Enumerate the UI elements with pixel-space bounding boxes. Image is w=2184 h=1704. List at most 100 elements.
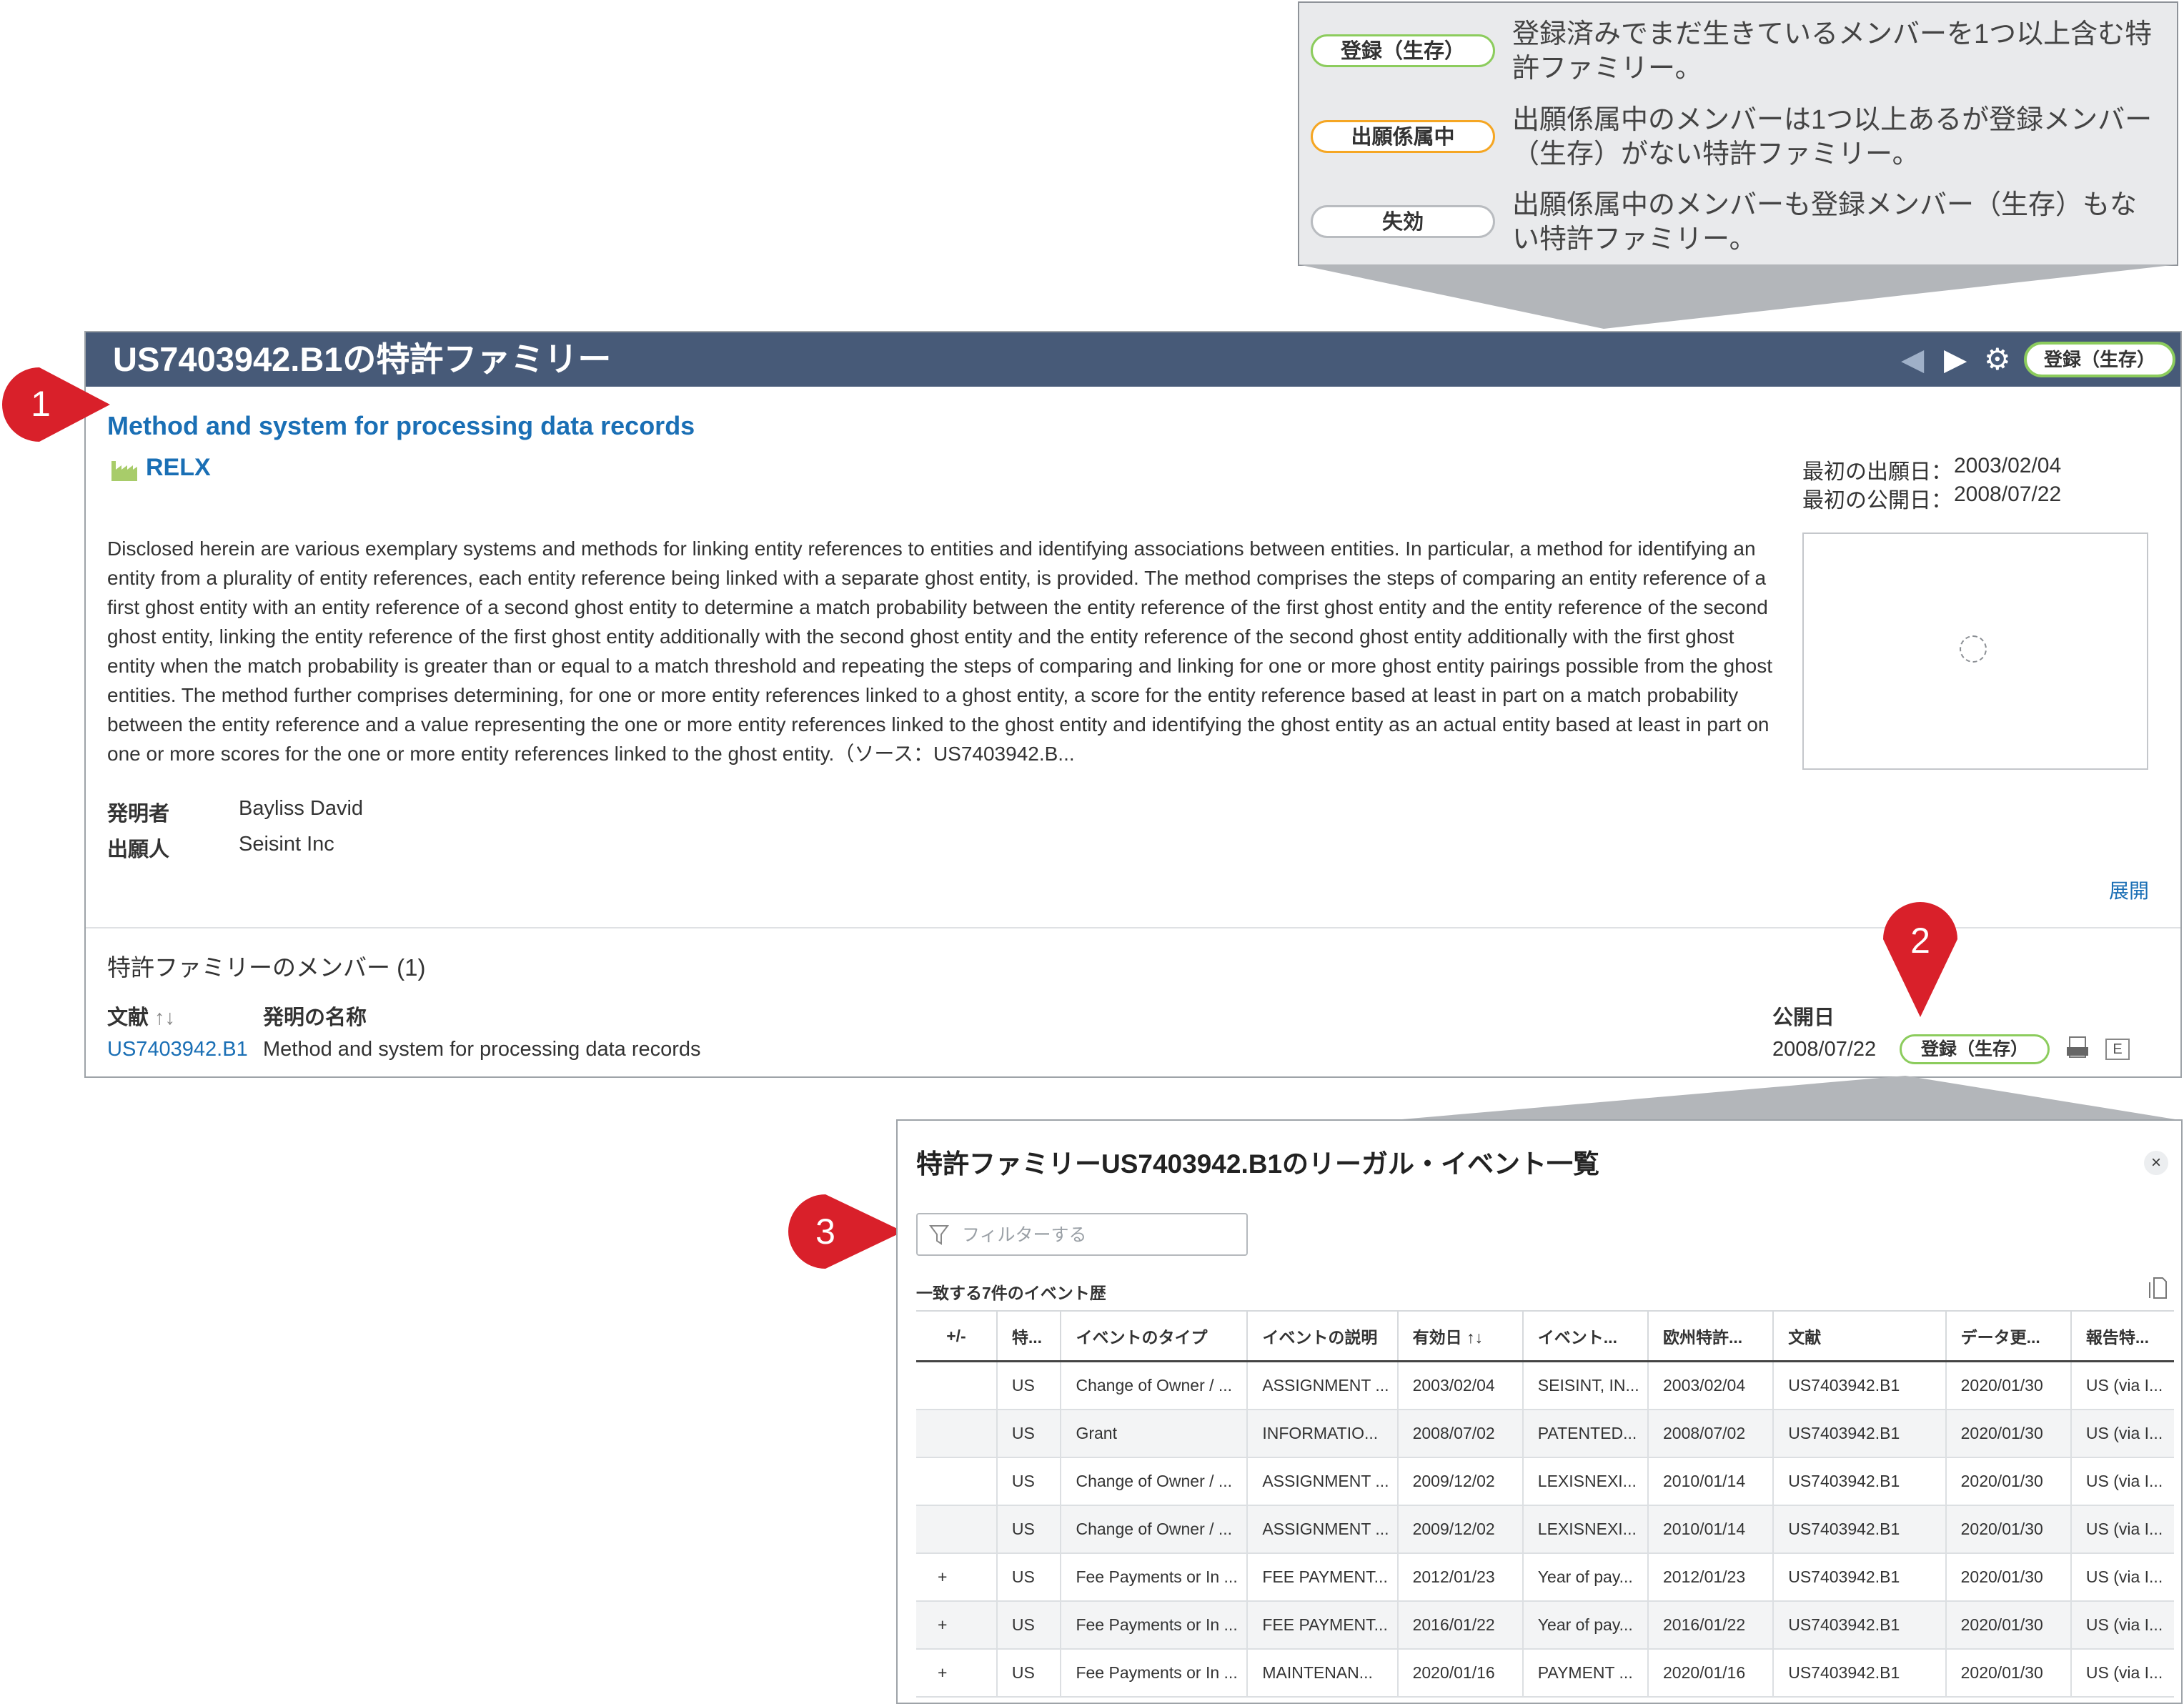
e-document-icon[interactable]: E	[2105, 1039, 2130, 1060]
legend-desc-pending: 出願係属中のメンバーは1つ以上あるが登録メンバー（生存）がない特許ファミリー。	[1512, 105, 2153, 169]
document-title-link[interactable]: Method and system for processing data re…	[107, 411, 695, 441]
legend-desc-lapsed: 出願係属中のメンバーも登録メンバー（生存）もない特許ファミリー。	[1512, 190, 2138, 254]
filter-box[interactable]	[916, 1213, 1248, 1256]
column-header-event-description[interactable]: イベントの説明	[1246, 1310, 1398, 1362]
next-arrow-icon[interactable]: ▶	[1944, 332, 1967, 387]
column-header-document[interactable]: 文献 ↑↓	[107, 1001, 175, 1031]
factory-icon	[111, 461, 137, 481]
column-header-data-updated[interactable]: データ更...	[1945, 1310, 2071, 1362]
marker-1: 1	[2, 367, 110, 442]
column-header-event-type[interactable]: イベントのタイプ	[1060, 1310, 1248, 1362]
filter-input[interactable]	[961, 1219, 1242, 1252]
table-row[interactable]: US Change of Owner / ... ASSIGNMENT ... 200…	[916, 1361, 2174, 1410]
inventor-value: Bayliss David	[239, 797, 364, 820]
table-row[interactable]: US Change of Owner / ... ASSIGNMENT ... 200…	[916, 1505, 2174, 1554]
gear-icon[interactable]: ⚙	[1984, 332, 2011, 387]
assignee-link[interactable]: RELX	[146, 454, 211, 482]
table-cell: US	[996, 1457, 1061, 1506]
table-cell: ASSIGNMENT ...	[1246, 1361, 1398, 1410]
column-header-pubdate[interactable]: 公開日	[1772, 1001, 1835, 1031]
column-header-title[interactable]: 発明の名称	[263, 1001, 367, 1031]
expand-link[interactable]: 展開	[2109, 876, 2149, 904]
first-filing-date-value: 2003/02/04	[1954, 454, 2062, 477]
table-row[interactable]: US Grant INFORMATIO... 2008/07/02 PATENTED..…	[916, 1410, 2174, 1458]
table-cell: PATENTED...	[1522, 1410, 1649, 1458]
expand-toggle-cell[interactable]: +	[916, 1649, 997, 1698]
table-cell: US	[996, 1649, 1061, 1698]
legend-badge-granted: 登録（生存）	[1311, 34, 1495, 67]
expand-toggle-cell	[916, 1505, 997, 1554]
table-cell: US	[996, 1505, 1061, 1554]
column-header-event-detail[interactable]: イベント...	[1522, 1310, 1649, 1362]
table-cell: Fee Payments or In ...	[1060, 1601, 1248, 1650]
expand-toggle-cell[interactable]: +	[916, 1553, 997, 1602]
member-status-badge[interactable]: 登録（生存）	[1900, 1034, 2050, 1064]
table-cell: US7403942.B1	[1772, 1649, 1946, 1698]
table-cell: 2012/01/23	[1396, 1553, 1523, 1602]
legend-pointer	[1298, 264, 2178, 329]
table-cell: US (via I...	[2070, 1601, 2174, 1650]
table-cell: US7403942.B1	[1772, 1457, 1946, 1506]
expand-toggle-cell[interactable]: +	[916, 1601, 997, 1650]
table-body: US Change of Owner / ... ASSIGNMENT ... 200…	[916, 1361, 2174, 1698]
family-status-badge[interactable]: 登録（生存）	[2024, 342, 2175, 377]
table-row[interactable]: + US Fee Payments or In ... FEE PAYMENT... 2…	[916, 1553, 2174, 1602]
table-cell: 2016/01/22	[1647, 1601, 1774, 1650]
table-cell: ASSIGNMENT ...	[1246, 1457, 1398, 1506]
column-header-reporting[interactable]: 報告特...	[2070, 1310, 2174, 1362]
copy-icon[interactable]	[2148, 1277, 2168, 1299]
close-icon[interactable]: ×	[2144, 1151, 2168, 1175]
table-cell: MAINTENAN...	[1246, 1649, 1398, 1698]
panel-header: US7403942.B1の特許ファミリー ◀ ▶ ⚙ 登録（生存）	[86, 332, 2180, 387]
marker-1-number: 1	[31, 384, 51, 424]
first-publication-date-value: 2008/07/22	[1954, 482, 2062, 506]
table-cell: Year of pay...	[1522, 1553, 1649, 1602]
table-cell: SEISINT, IN...	[1522, 1361, 1649, 1410]
table-cell: PAYMENT ...	[1522, 1649, 1649, 1698]
marker-3-number: 3	[815, 1212, 835, 1252]
table-cell: Year of pay...	[1522, 1601, 1649, 1650]
table-cell: 2003/02/04	[1396, 1361, 1523, 1410]
table-cell: 2009/12/02	[1396, 1457, 1523, 1506]
first-publication-date-label: 最初の公開日：	[1802, 489, 1952, 512]
table-cell: 2016/01/22	[1396, 1601, 1523, 1650]
pdf-icon[interactable]	[2065, 1036, 2090, 1061]
table-row[interactable]: + US Fee Payments or In ... FEE PAYMENT... 2…	[916, 1601, 2174, 1650]
table-cell: 2020/01/30	[1945, 1361, 2071, 1410]
table-cell: 2012/01/23	[1647, 1553, 1774, 1602]
column-header-document[interactable]: 文献	[1772, 1310, 1946, 1362]
abstract-text: Disclosed herein are various exemplary s…	[107, 538, 1773, 765]
table-cell: US7403942.B1	[1772, 1553, 1946, 1602]
table-cell: 2020/01/16	[1647, 1649, 1774, 1698]
legend-badge-pending: 出願係属中	[1311, 120, 1495, 153]
marker-2-number: 2	[1910, 921, 1930, 961]
table-cell: US	[996, 1361, 1061, 1410]
status-legend: 登録（生存） 登録済みでまだ生きているメンバーを1つ以上含む特許ファミリー。 出…	[1298, 1, 2178, 266]
table-row[interactable]: + US Fee Payments or In ... MAINTENAN... 202…	[916, 1649, 2174, 1698]
table-cell: Change of Owner / ...	[1060, 1505, 1248, 1554]
marker-3: 3	[788, 1194, 903, 1269]
table-cell: 2008/07/02	[1647, 1410, 1774, 1458]
column-header-ep-date[interactable]: 欧州特許...	[1647, 1310, 1774, 1362]
table-cell: US (via I...	[2070, 1361, 2174, 1410]
table-cell: 2020/01/30	[1945, 1505, 2071, 1554]
drawing-thumbnail[interactable]	[1802, 532, 2148, 770]
column-header-document-label: 文献	[107, 1006, 149, 1029]
loading-spinner-icon	[1960, 635, 1987, 663]
legend-badge-lapsed: 失効	[1311, 205, 1495, 238]
table-row[interactable]: US Change of Owner / ... ASSIGNMENT ... 200…	[916, 1457, 2174, 1506]
column-header-expand[interactable]: +/-	[916, 1310, 997, 1362]
member-document-link[interactable]: US7403942.B1	[107, 1038, 248, 1061]
column-header-country[interactable]: 特...	[996, 1310, 1061, 1362]
table-cell: Change of Owner / ...	[1060, 1361, 1248, 1410]
table-cell: 2020/01/30	[1945, 1601, 2071, 1650]
table-cell: 2020/01/16	[1396, 1649, 1523, 1698]
table-cell: US7403942.B1	[1772, 1505, 1946, 1554]
expand-toggle-cell	[916, 1410, 997, 1458]
prev-arrow-icon[interactable]: ◀	[1901, 332, 1924, 387]
sort-arrows-icon[interactable]: ↑↓	[154, 1006, 175, 1029]
section-divider	[86, 927, 2180, 928]
table-cell: Fee Payments or In ...	[1060, 1649, 1248, 1698]
table-cell: US7403942.B1	[1772, 1410, 1946, 1458]
column-header-effective-date[interactable]: 有効日 ↑↓	[1396, 1310, 1523, 1362]
